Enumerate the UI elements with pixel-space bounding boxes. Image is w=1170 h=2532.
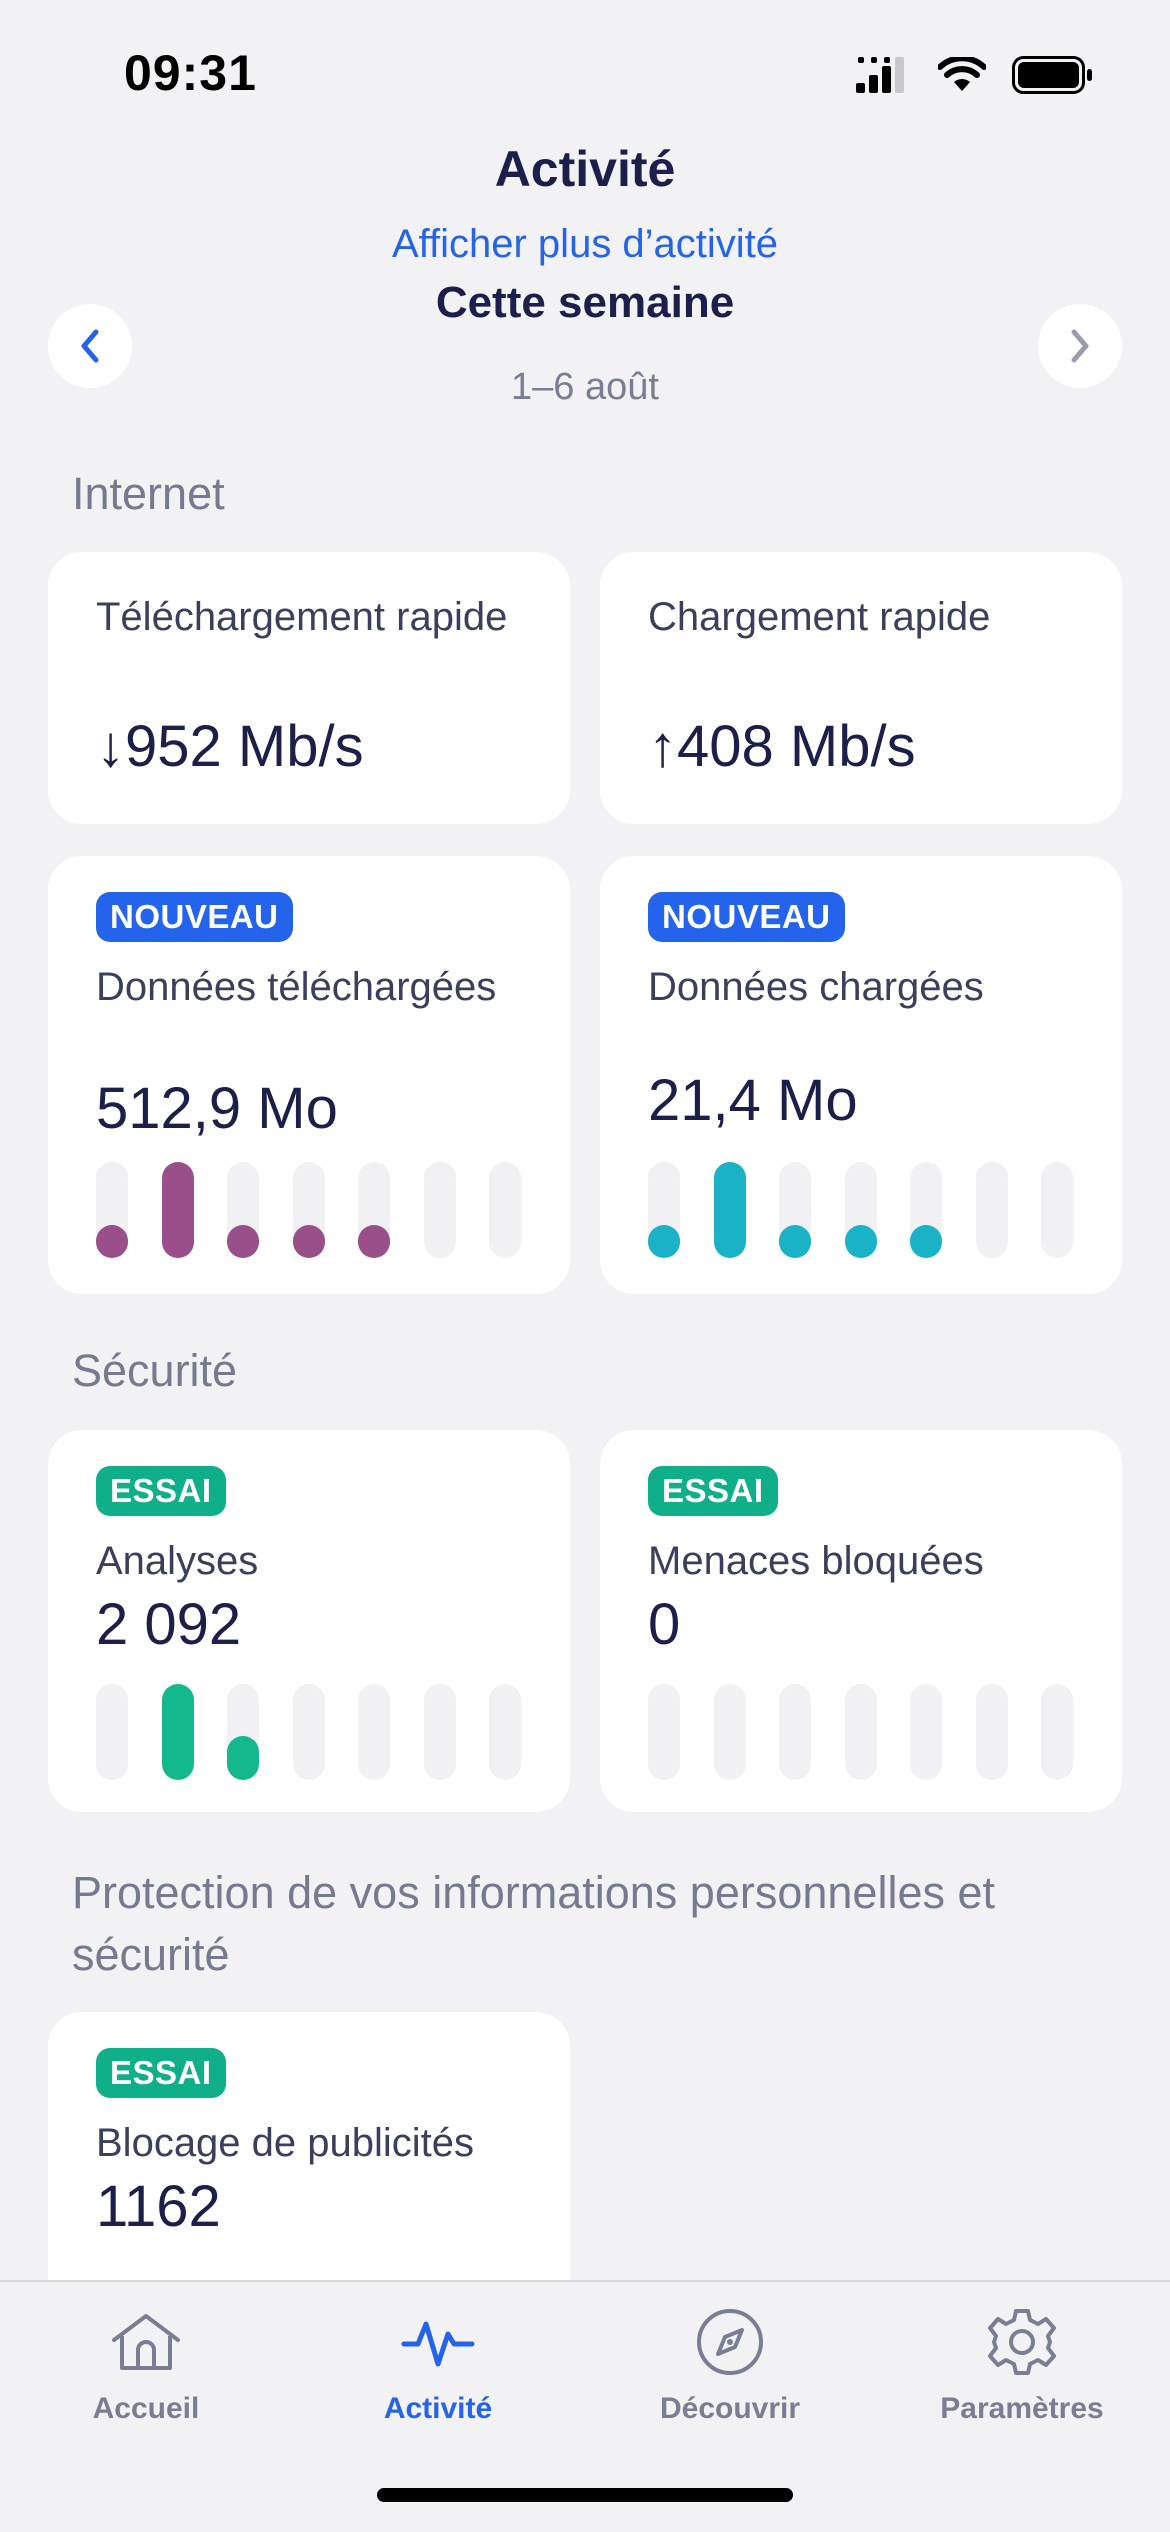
- day-bar-slot: [713, 1684, 746, 1780]
- data-uploaded-card[interactable]: NOUVEAU Données chargées 21,4 Mo: [600, 856, 1122, 1294]
- day-bar-slot: [975, 1684, 1008, 1780]
- cellular-signal-icon: [856, 57, 904, 93]
- tab-decouvrir[interactable]: Découvrir: [584, 2302, 876, 2426]
- home-icon: [112, 2314, 180, 2370]
- day-bar-slot: [1041, 1162, 1073, 1258]
- day-bar-slot: [779, 1684, 811, 1780]
- day-bar-slot: [358, 1162, 390, 1258]
- gear-icon: [988, 2309, 1056, 2375]
- day-bar-slot: [161, 1162, 194, 1258]
- day-bar-fill: [161, 1162, 194, 1258]
- day-bar-slot: [227, 1162, 259, 1258]
- day-bar-slot: [1041, 1684, 1073, 1780]
- new-badge: NOUVEAU: [96, 892, 293, 942]
- day-bar-fill: [227, 1225, 259, 1258]
- home-indicator: [377, 2488, 793, 2502]
- ad-blocking-label: Blocage de publicités: [96, 2121, 475, 2165]
- tab-label: Paramètres: [940, 2392, 1104, 2425]
- download-speed-card[interactable]: Téléchargement rapide ↓952 Mb/s: [48, 552, 570, 824]
- threats-blocked-value: 0: [648, 1592, 681, 1657]
- tab-label: Accueil: [92, 2392, 200, 2425]
- download-speed-label: Téléchargement rapide: [96, 595, 508, 639]
- trial-badge: ESSAI: [96, 2048, 226, 2098]
- chevron-right-icon: [1071, 329, 1089, 363]
- data-uploaded-bars: [648, 1162, 1073, 1258]
- chevron-left-icon: [81, 329, 99, 363]
- tab-activite[interactable]: Activité: [292, 2302, 584, 2426]
- day-bar-slot: [844, 1684, 877, 1780]
- show-more-activity-link[interactable]: Afficher plus d’activité: [0, 222, 1170, 267]
- day-bar-slot: [648, 1684, 680, 1780]
- tab-accueil[interactable]: Accueil: [0, 2302, 292, 2426]
- threats-blocked-label: Menaces bloquées: [648, 1539, 984, 1583]
- trial-badge: ESSAI: [96, 1466, 226, 1516]
- compass-icon: [697, 2309, 763, 2375]
- day-bar-slot: [975, 1162, 1008, 1258]
- day-bar-slot: [227, 1684, 259, 1780]
- day-bar-slot: [96, 1162, 128, 1258]
- upload-speed-card[interactable]: Chargement rapide ↑408 Mb/s: [600, 552, 1122, 824]
- new-badge: NOUVEAU: [648, 892, 845, 942]
- day-bar-slot: [423, 1162, 456, 1258]
- day-bar-fill: [161, 1684, 194, 1780]
- day-bar-slot: [713, 1162, 746, 1258]
- day-bar-slot: [648, 1162, 680, 1258]
- upload-speed-label: Chargement rapide: [648, 595, 991, 639]
- upload-speed-value: ↑408 Mb/s: [648, 714, 916, 779]
- section-title-privacy: Protection de vos informations personnel…: [72, 1867, 996, 1980]
- previous-period-button[interactable]: [48, 304, 132, 388]
- status-time: 09:31: [124, 45, 257, 101]
- data-downloaded-bars: [96, 1162, 521, 1258]
- data-downloaded-card[interactable]: NOUVEAU Données téléchargées 512,9 Mo: [48, 856, 570, 1294]
- day-bar-fill: [844, 1225, 877, 1258]
- day-bar-slot: [910, 1162, 942, 1258]
- day-bar-fill: [96, 1225, 128, 1258]
- trial-badge: ESSAI: [648, 1466, 778, 1516]
- day-bar-slot: [489, 1684, 521, 1780]
- tab-label: Découvrir: [659, 2392, 801, 2425]
- day-bar-slot: [844, 1162, 877, 1258]
- day-bar-fill: [358, 1225, 390, 1258]
- day-bar-fill: [910, 1225, 942, 1258]
- threats-blocked-card[interactable]: ESSAI Menaces bloquées 0: [600, 1430, 1122, 1812]
- data-downloaded-value: 512,9 Mo: [96, 1076, 338, 1141]
- day-bar-slot: [779, 1162, 811, 1258]
- day-bar-fill: [292, 1225, 325, 1258]
- day-bar-slot: [910, 1684, 942, 1780]
- period-range: 1–6 août: [511, 366, 659, 408]
- scans-card[interactable]: ESSAI Analyses 2 092: [48, 1430, 570, 1812]
- tab-parametres[interactable]: Paramètres: [876, 2302, 1168, 2426]
- threats-blocked-bars: [648, 1684, 1073, 1780]
- period-title: Cette semaine: [435, 278, 735, 327]
- day-bar-slot: [161, 1684, 194, 1780]
- day-bar-fill: [779, 1225, 811, 1258]
- scans-value: 2 092: [96, 1592, 242, 1657]
- day-bar-fill: [648, 1225, 680, 1258]
- data-downloaded-label: Données téléchargées: [96, 965, 497, 1009]
- data-uploaded-label: Données chargées: [648, 965, 984, 1009]
- day-bar-slot: [292, 1162, 325, 1258]
- status-bar: 09:31: [0, 0, 1170, 150]
- download-speed-value: ↓952 Mb/s: [96, 714, 364, 779]
- page-title: Activité: [494, 141, 676, 197]
- day-bar-slot: [489, 1162, 521, 1258]
- scans-label: Analyses: [96, 1539, 259, 1583]
- battery-icon: [1012, 56, 1092, 94]
- ad-blocking-value: 1162: [96, 2174, 221, 2239]
- tab-label: Activité: [383, 2392, 493, 2425]
- activity-icon: [401, 2321, 475, 2367]
- section-title-security: Sécurité: [72, 1345, 238, 1396]
- scans-bars: [96, 1684, 521, 1780]
- day-bar-fill: [227, 1736, 259, 1780]
- section-title-internet: Internet: [72, 468, 225, 519]
- day-bar-slot: [96, 1684, 128, 1780]
- status-icons: [856, 56, 1094, 94]
- wifi-icon: [938, 57, 986, 91]
- data-uploaded-value: 21,4 Mo: [648, 1068, 858, 1133]
- day-bar-slot: [423, 1684, 456, 1780]
- day-bar-fill: [713, 1162, 746, 1258]
- day-bar-slot: [358, 1684, 390, 1780]
- next-period-button[interactable]: [1038, 304, 1122, 388]
- day-bar-slot: [292, 1684, 325, 1780]
